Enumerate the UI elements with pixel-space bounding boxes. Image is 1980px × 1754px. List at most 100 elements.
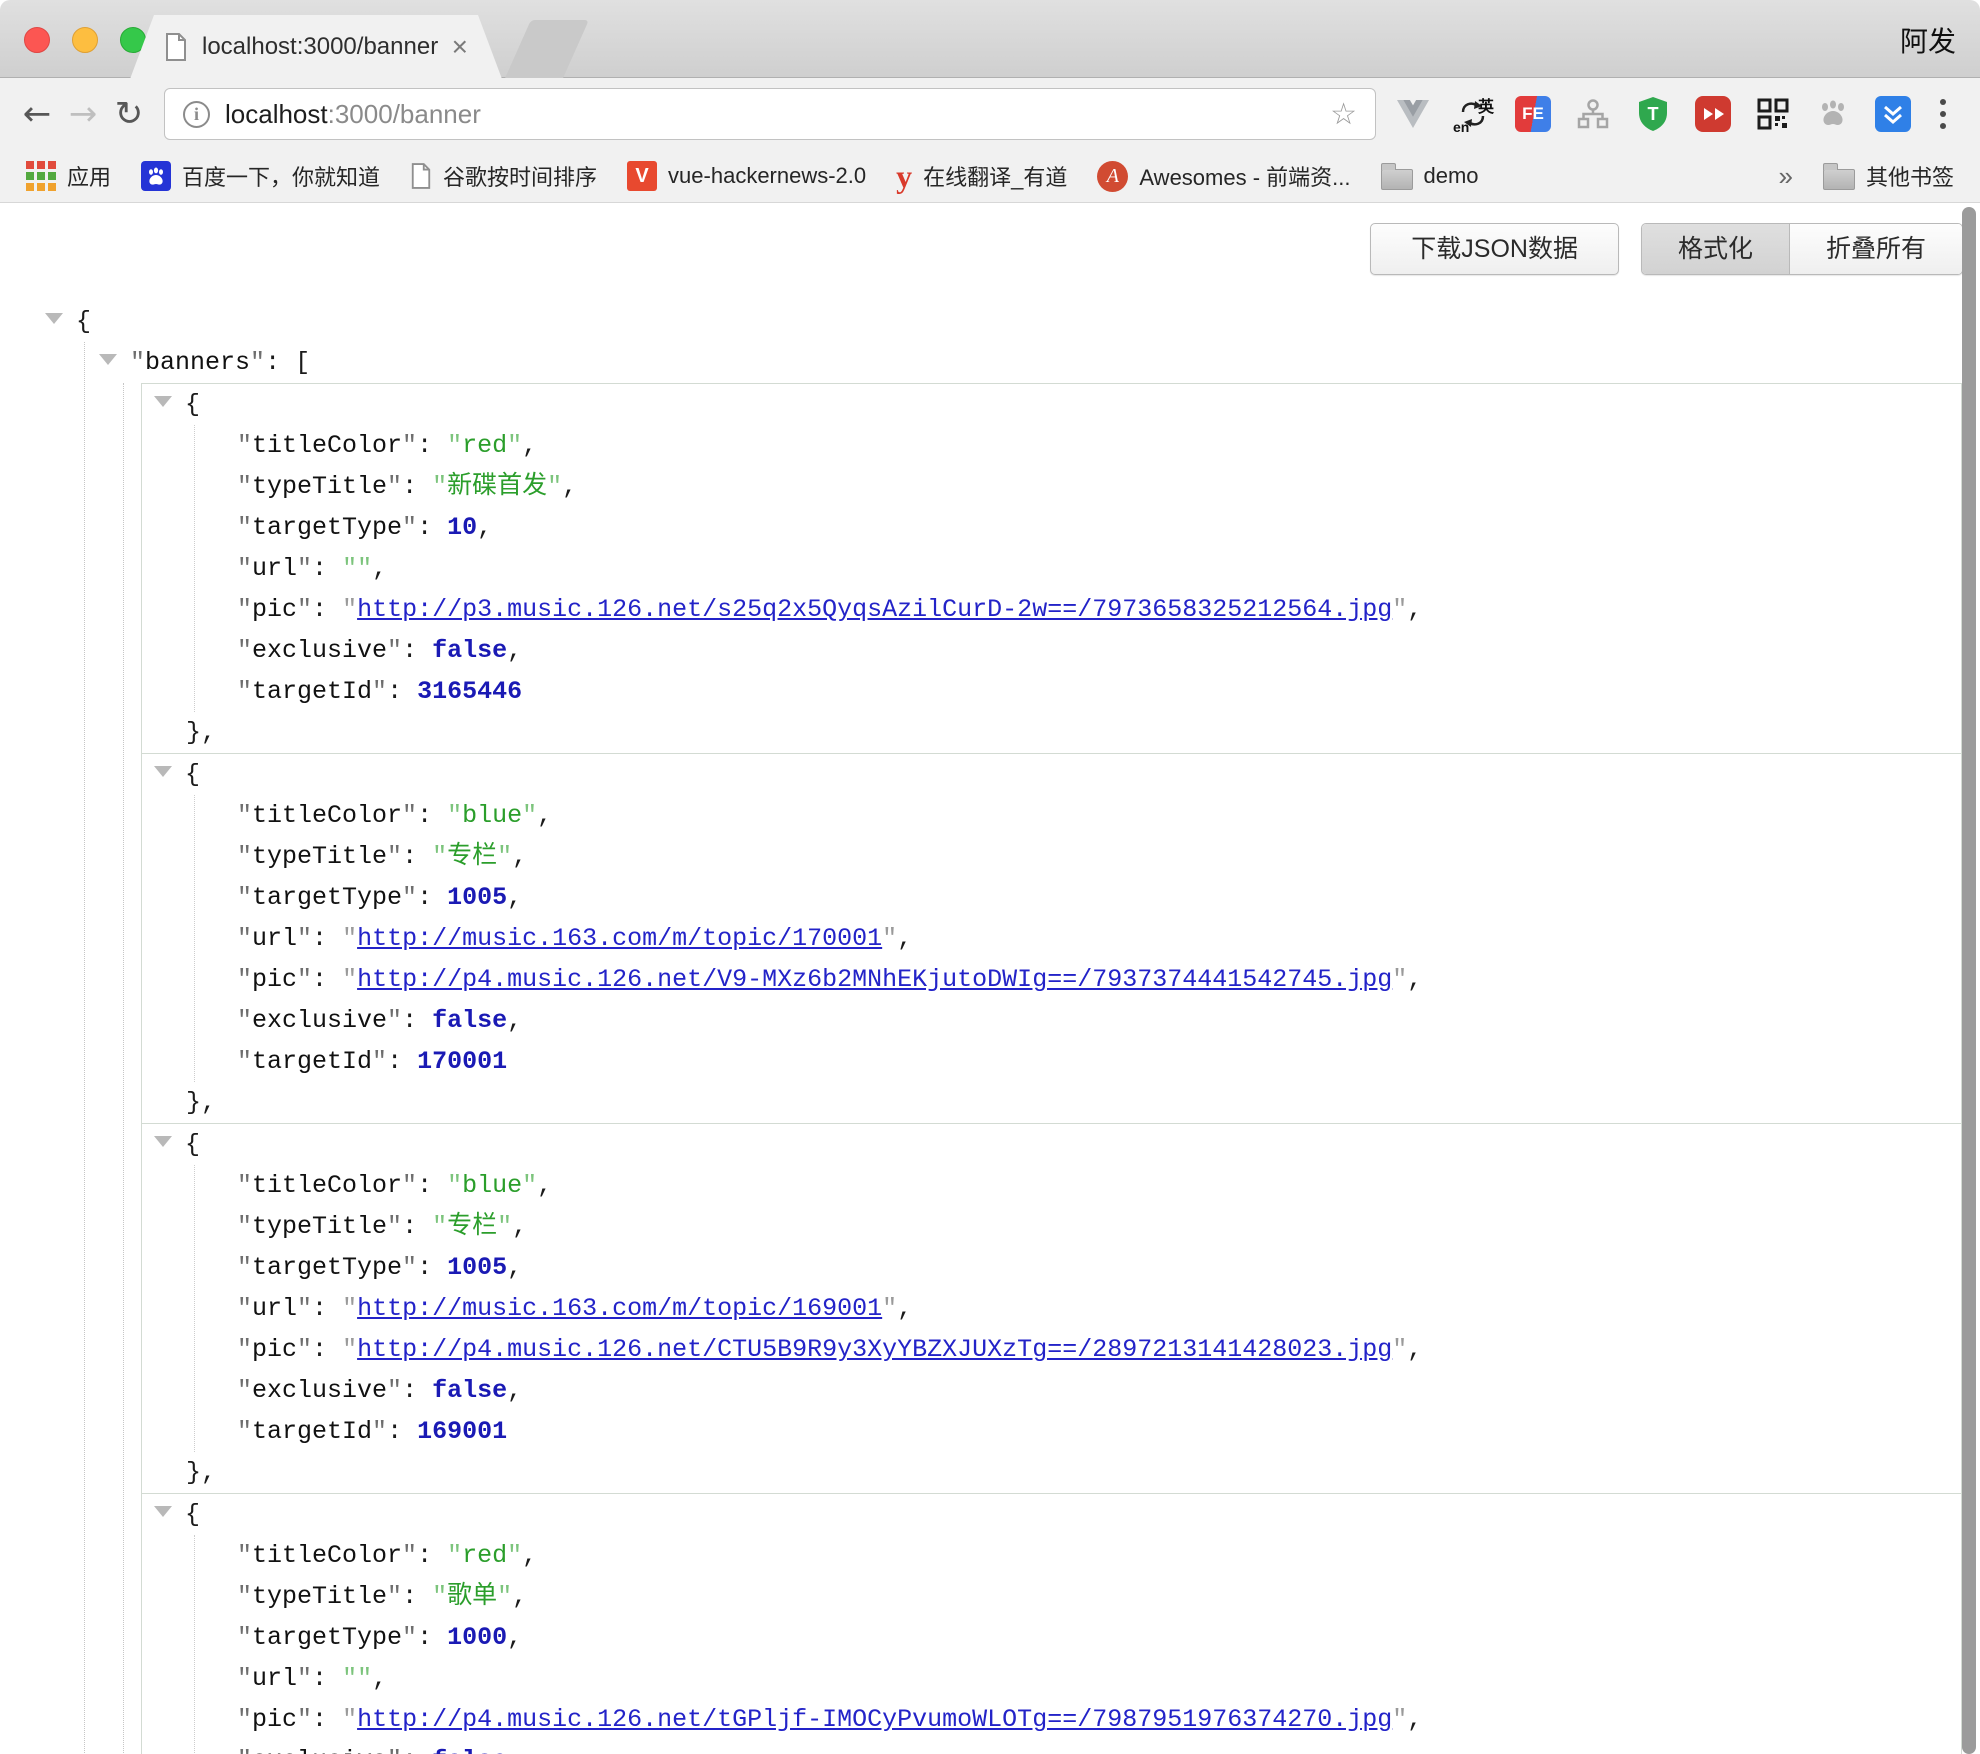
json-url-link[interactable]: http://p4.music.126.net/CTU5B9R9y3XyYBZX… (357, 1335, 1392, 1364)
bookmark-vue-hackernews[interactable]: V vue-hackernews-2.0 (627, 161, 866, 191)
json-field-targetId: "targetId": 169001 (237, 1411, 1961, 1452)
json-field-targetId: "targetId": 3165446 (237, 671, 1961, 712)
json-field-url: "url": "http://music.163.com/m/topic/169… (237, 1288, 1961, 1329)
format-button[interactable]: 格式化 (1642, 224, 1790, 274)
reload-button[interactable]: ↻ (106, 94, 152, 134)
json-field-titleColor: "titleColor": "red", (237, 1535, 1961, 1576)
collapse-toggle-icon[interactable] (45, 313, 63, 324)
json-banner-object: {"titleColor": "blue","typeTitle": "专栏",… (142, 1124, 1961, 1494)
json-field-targetType: "targetType": 1005, (237, 1247, 1961, 1288)
page-info-icon[interactable]: i (183, 101, 210, 128)
json-url-link[interactable]: http://music.163.com/m/topic/169001 (357, 1294, 882, 1323)
bookmark-awesomes[interactable]: A Awesomes - 前端资... (1097, 160, 1350, 192)
json-field-url: "url": "", (237, 548, 1961, 589)
json-field-titleColor: "titleColor": "blue", (237, 795, 1961, 836)
json-toolbar: 下载JSON数据 格式化 折叠所有 (0, 223, 1980, 275)
json-object-close: }, (186, 1452, 1961, 1493)
vue-v-icon: V (627, 161, 657, 191)
json-object-close: }, (186, 712, 1961, 753)
page-icon (410, 162, 432, 190)
collapse-all-button[interactable]: 折叠所有 (1790, 224, 1962, 274)
collapse-toggle-icon[interactable] (154, 396, 172, 407)
tab-title: localhost:3000/banner (202, 33, 444, 61)
json-url-link[interactable]: http://p4.music.126.net/tGPljf-IMOCyPvum… (357, 1705, 1392, 1734)
json-array-box: {"titleColor": "red","typeTitle": "新碟首发"… (141, 383, 1962, 1754)
json-field-titleColor: "titleColor": "blue", (237, 1165, 1961, 1206)
translate-icon[interactable]: 英 en (1454, 95, 1492, 133)
download-json-button[interactable]: 下载JSON数据 (1370, 223, 1619, 275)
bookmark-baidu[interactable]: 百度一下，你就知道 (141, 160, 380, 192)
format-collapse-group: 格式化 折叠所有 (1641, 223, 1963, 275)
vue-devtools-icon[interactable] (1394, 95, 1432, 133)
extension-icons: 英 en FE T (1394, 95, 1912, 133)
download-chevrons-icon[interactable] (1874, 95, 1912, 133)
json-field-exclusive: "exclusive": false, (237, 1740, 1961, 1754)
json-field-typeTitle: "typeTitle": "专栏", (237, 836, 1961, 877)
json-field-url: "url": "http://music.163.com/m/topic/170… (237, 918, 1961, 959)
json-field-typeTitle: "typeTitle": "专栏", (237, 1206, 1961, 1247)
json-field-targetType: "targetType": 10, (237, 507, 1961, 548)
minimize-window-button[interactable] (72, 27, 98, 53)
json-banner-object: {"titleColor": "red","typeTitle": "新碟首发"… (142, 384, 1961, 754)
json-banner-object: {"titleColor": "blue","typeTitle": "专栏",… (142, 754, 1961, 1124)
json-field-url: "url": "", (237, 1658, 1961, 1699)
json-field-targetId: "targetId": 170001 (237, 1041, 1961, 1082)
json-url-link[interactable]: http://p4.music.126.net/V9-MXz6b2MNhEKju… (357, 965, 1392, 994)
sitemap-icon[interactable] (1574, 95, 1612, 133)
json-field-exclusive: "exclusive": false, (237, 630, 1961, 671)
other-bookmarks-folder[interactable]: 其他书签 (1823, 160, 1954, 192)
url-host: localhost (225, 99, 328, 130)
window-title-bar: localhost:3000/banner × 阿发 (0, 0, 1980, 78)
forward-button[interactable]: → (60, 94, 106, 134)
collapse-toggle-icon[interactable] (154, 1506, 172, 1517)
browser-toolbar: ← → ↻ i localhost :3000/banner ☆ 英 en FE (0, 78, 1980, 150)
bookmark-demo-folder[interactable]: demo (1381, 163, 1479, 190)
bookmark-star-icon[interactable]: ☆ (1330, 97, 1357, 132)
json-viewer: { "banners": [ {"titleColor": "red","typ… (0, 301, 1980, 1754)
json-root-open: { (45, 301, 1980, 342)
json-field-pic: "pic": "http://p4.music.126.net/V9-MXz6b… (237, 959, 1961, 1000)
bookmark-apps[interactable]: 应用 (26, 160, 111, 192)
json-banners-key: "banners": [ (99, 342, 1980, 383)
profile-name[interactable]: 阿发 (1900, 20, 1956, 60)
address-bar[interactable]: i localhost :3000/banner ☆ (164, 88, 1376, 140)
page-favicon-icon (164, 32, 188, 62)
json-url-link[interactable]: http://music.163.com/m/topic/170001 (357, 924, 882, 953)
vertical-scrollbar-thumb[interactable] (1962, 207, 1976, 1754)
json-field-titleColor: "titleColor": "red", (237, 425, 1961, 466)
json-object-open: { (154, 754, 1961, 795)
youdao-y-icon: y (896, 163, 912, 189)
bookmarks-overflow-chevron[interactable]: » (1779, 161, 1793, 192)
json-field-exclusive: "exclusive": false, (237, 1370, 1961, 1411)
collapse-toggle-icon[interactable] (99, 354, 117, 365)
json-field-targetType: "targetType": 1005, (237, 877, 1961, 918)
json-field-targetType: "targetType": 1000, (237, 1617, 1961, 1658)
qr-code-icon[interactable] (1754, 95, 1792, 133)
new-tab-button[interactable] (505, 20, 589, 78)
json-field-pic: "pic": "http://p3.music.126.net/s25q2x5Q… (237, 589, 1961, 630)
bookmark-google-sort[interactable]: 谷歌按时间排序 (410, 160, 597, 192)
tab-close-icon[interactable]: × (452, 31, 468, 63)
json-banner-object: {"titleColor": "red","typeTitle": "歌单","… (142, 1494, 1961, 1754)
collapse-toggle-icon[interactable] (154, 766, 172, 777)
fe-extension-icon[interactable]: FE (1514, 95, 1552, 133)
collapse-toggle-icon[interactable] (154, 1136, 172, 1147)
browser-tab[interactable]: localhost:3000/banner × (130, 15, 502, 79)
bookmark-youdao[interactable]: y 在线翻译_有道 (896, 160, 1067, 192)
fast-forward-icon[interactable] (1694, 95, 1732, 133)
browser-menu-icon[interactable] (1928, 99, 1958, 129)
back-button[interactable]: ← (14, 94, 60, 134)
folder-icon (1381, 169, 1413, 190)
page-content: 下载JSON数据 格式化 折叠所有 { "banners": [ {"title… (0, 203, 1980, 1754)
json-field-exclusive: "exclusive": false, (237, 1000, 1961, 1041)
json-object-open: { (154, 1124, 1961, 1165)
json-field-pic: "pic": "http://p4.music.126.net/tGPljf-I… (237, 1699, 1961, 1740)
awesomes-a-icon: A (1097, 161, 1128, 192)
json-object-open: { (154, 384, 1961, 425)
close-window-button[interactable] (24, 27, 50, 53)
window-controls (24, 27, 146, 53)
shield-t-icon[interactable]: T (1634, 95, 1672, 133)
paw-icon[interactable] (1814, 95, 1852, 133)
json-object-close: }, (186, 1082, 1961, 1123)
json-url-link[interactable]: http://p3.music.126.net/s25q2x5QyqsAzilC… (357, 595, 1392, 624)
